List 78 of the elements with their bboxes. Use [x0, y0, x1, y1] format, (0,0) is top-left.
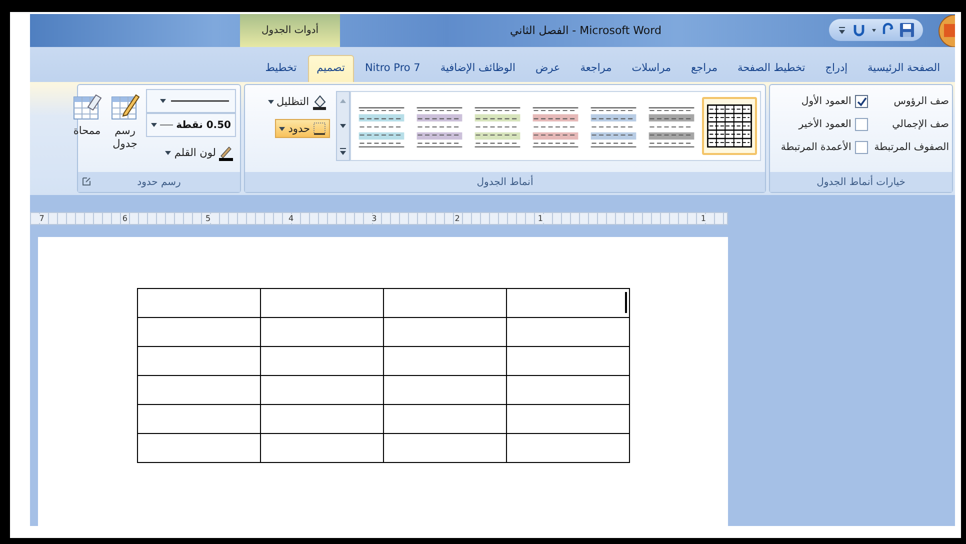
option-label: الصفوف المرتبطة	[874, 141, 949, 155]
table-cell[interactable]	[260, 318, 384, 346]
checkbox[interactable]	[855, 141, 868, 154]
dialog-launcher-icon[interactable]	[82, 177, 91, 186]
table-cell[interactable]	[260, 434, 384, 462]
gallery-scrollbar[interactable]	[336, 91, 350, 161]
table-cell[interactable]	[506, 288, 630, 318]
table-cell[interactable]	[260, 288, 384, 318]
table-cell[interactable]	[506, 318, 630, 346]
ribbon-tab[interactable]: Nitro Pro 7	[356, 55, 430, 82]
ruler-number: 3	[370, 214, 378, 223]
table-cell[interactable]	[384, 346, 506, 376]
ribbon-tab[interactable]: تصميم	[308, 55, 354, 82]
table-cell[interactable]	[506, 376, 630, 404]
caret-icon	[165, 151, 172, 155]
table-cell[interactable]	[138, 318, 260, 346]
checkbox-option[interactable]: الأعمدة المرتبطة	[780, 139, 868, 156]
save-icon[interactable]	[899, 22, 915, 38]
ruler-number: 1	[536, 214, 544, 223]
ruler-number: 1	[700, 214, 707, 223]
pen-color-button[interactable]: لون القلم	[146, 145, 236, 161]
ribbon-tab[interactable]: تخطيط الصفحة	[728, 55, 814, 82]
ruler-number: 6	[121, 214, 128, 223]
ruler-number: 2	[454, 214, 461, 223]
table-cell[interactable]	[260, 346, 384, 376]
table-cell[interactable]	[384, 434, 506, 462]
table-cell[interactable]	[506, 404, 630, 434]
ribbon-tab[interactable]: عرض	[526, 55, 570, 82]
borders-icon	[313, 122, 326, 135]
table-cell[interactable]	[506, 346, 630, 376]
context-tab-group-label: أدوات الجدول	[240, 14, 340, 47]
line-weight-dropdown[interactable]: 0.50 نقطة	[146, 113, 236, 137]
table-cell[interactable]	[384, 318, 506, 346]
table-cell[interactable]	[138, 376, 260, 404]
ribbon-tab[interactable]: تخطيط	[256, 55, 306, 82]
option-label: صف الإجمالي	[891, 118, 949, 132]
undo-icon[interactable]	[851, 22, 867, 38]
checkbox[interactable]	[855, 95, 868, 108]
caret-icon	[268, 100, 274, 104]
ribbon-tab[interactable]: مراسلات	[622, 55, 680, 82]
ribbon-tab[interactable]: إدراج	[816, 55, 857, 82]
checkbox-option[interactable]: العمود الأخير	[780, 116, 868, 133]
caret-icon	[160, 99, 166, 103]
table-cell[interactable]	[138, 346, 260, 376]
ribbon-tab[interactable]: الوظائف الإضافية	[431, 55, 524, 82]
table-cell[interactable]	[138, 404, 260, 434]
group-label: خيارات أنماط الجدول	[770, 172, 952, 192]
eraser-button[interactable]: ممحاة	[70, 89, 104, 172]
line-style-dropdown[interactable]	[146, 89, 236, 113]
table-cell[interactable]	[138, 288, 260, 318]
caret-icon	[151, 123, 157, 127]
option-label: صف الرؤوس	[892, 95, 949, 109]
borders-button[interactable]: حدود	[275, 119, 330, 138]
table-cell[interactable]	[260, 376, 384, 404]
group-label: رسم حدود	[137, 176, 181, 190]
checkbox-option[interactable]: العمود الأول	[780, 93, 868, 110]
ribbon-tab[interactable]: الصفحة الرئيسية	[858, 55, 949, 82]
ruler-number: 5	[204, 214, 212, 223]
ribbon-tab[interactable]: مراجعة	[571, 55, 621, 82]
table-cell[interactable]	[384, 376, 506, 404]
ribbon-tab[interactable]: مراجع	[682, 55, 726, 82]
draw-table-button[interactable]: رسم جدول	[108, 89, 142, 172]
window-title: الفصل الثاني - Microsoft Word	[510, 23, 662, 39]
table-cell[interactable]	[384, 288, 506, 318]
table-cell[interactable]	[506, 434, 630, 462]
ruler-number: 7	[38, 214, 46, 223]
pen-icon	[219, 145, 233, 161]
checkbox[interactable]	[855, 118, 868, 131]
table-style-thumbnail[interactable]	[702, 97, 757, 155]
group-label: أنماط الجدول	[245, 172, 765, 192]
caret-icon	[279, 126, 286, 130]
shading-button[interactable]: التظليل	[264, 91, 330, 113]
table-cell[interactable]	[260, 404, 384, 434]
paint-bucket-icon	[312, 94, 326, 110]
table-cell[interactable]	[384, 404, 506, 434]
text-cursor	[625, 292, 627, 313]
table-cell[interactable]	[138, 434, 260, 462]
ruler-number: 4	[288, 214, 295, 223]
